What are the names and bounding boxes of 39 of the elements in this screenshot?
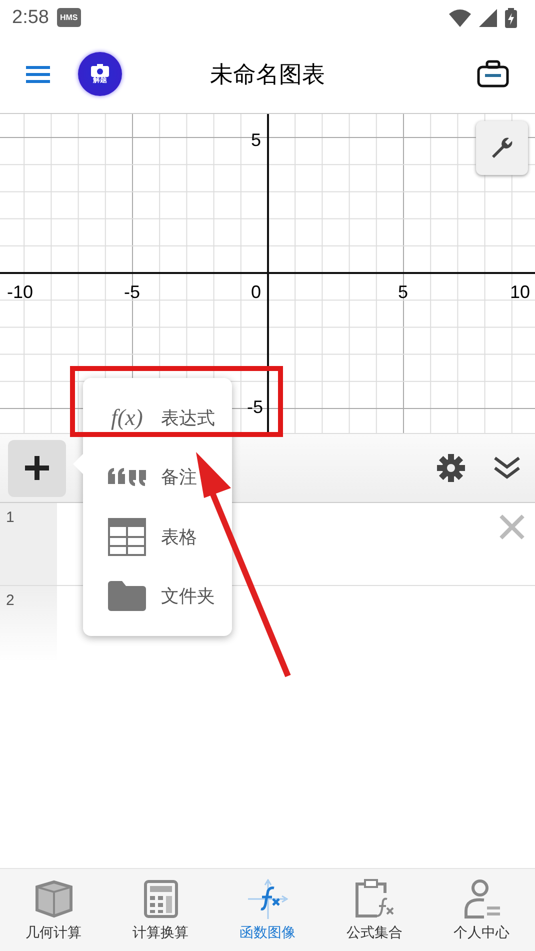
- nav-tab[interactable]: 个人中心: [428, 869, 535, 951]
- nav-tab[interactable]: 函数图像: [214, 869, 321, 951]
- axis-label: -10: [7, 282, 33, 302]
- row-number: 1: [6, 509, 14, 526]
- add-button[interactable]: [8, 440, 66, 496]
- function-icon: f(x): [111, 404, 143, 431]
- profile-icon: [462, 878, 502, 918]
- menu-item[interactable]: 表格: [83, 507, 232, 566]
- menu-icon[interactable]: [26, 64, 50, 84]
- clipboard-formula-icon: [354, 878, 394, 918]
- menu-item[interactable]: 文件夹: [83, 566, 232, 626]
- quote-icon: [107, 466, 147, 488]
- toolbox-icon[interactable]: [477, 60, 509, 88]
- notification-badge: HMS: [56, 8, 81, 27]
- signal-icon: [479, 8, 497, 26]
- collapse-icon[interactable]: [493, 455, 521, 481]
- nav-tab[interactable]: 计算换算: [107, 869, 214, 951]
- axis-label: -5: [124, 282, 140, 302]
- cube-icon: [34, 878, 74, 918]
- nav-tab[interactable]: 几何计算: [0, 869, 107, 951]
- function-graph-icon: [248, 878, 288, 918]
- calculator-icon: [144, 878, 178, 918]
- page-title: 未命名图表: [210, 62, 325, 88]
- battery-icon: [505, 8, 517, 28]
- menu-item[interactable]: 备注: [83, 448, 232, 507]
- plus-icon: [24, 455, 50, 481]
- axis-label: -5: [247, 397, 263, 417]
- axis-label: 10: [510, 282, 530, 302]
- axis-label: 5: [398, 282, 408, 302]
- nav-tab[interactable]: 公式集合: [321, 869, 428, 951]
- camera-icon: [91, 64, 109, 77]
- wrench-button[interactable]: [476, 121, 528, 175]
- wifi-icon: [449, 8, 471, 26]
- axis-label: 5: [251, 130, 261, 150]
- table-icon: [108, 518, 146, 556]
- axis-label: 0: [251, 282, 261, 302]
- clock: 2:58: [12, 6, 49, 28]
- folder-icon: [108, 581, 146, 612]
- row-number: 2: [6, 592, 14, 609]
